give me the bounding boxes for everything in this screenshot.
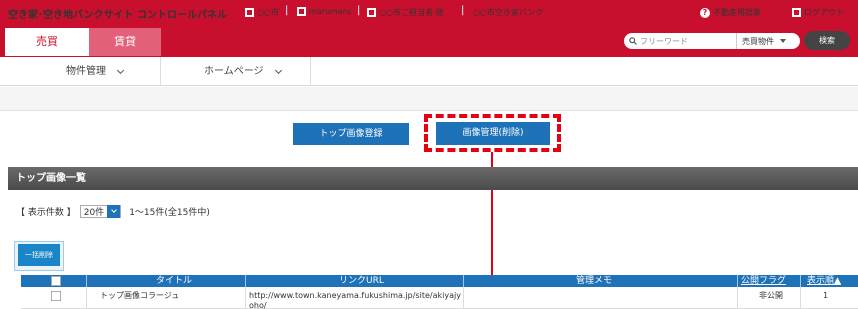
separator: | bbox=[461, 5, 465, 16]
breadcrumb-band bbox=[0, 87, 858, 111]
secondary-nav bbox=[0, 57, 858, 86]
separator: | bbox=[285, 5, 289, 16]
row-display-order: 1 bbox=[823, 291, 829, 300]
user-name: marumaru bbox=[309, 7, 352, 16]
column-divider bbox=[245, 287, 246, 309]
nav-homepage[interactable]: ホームページ bbox=[204, 57, 282, 86]
column-title: タイトル bbox=[156, 276, 193, 286]
column-divider bbox=[800, 287, 801, 309]
logout-link[interactable]: ログアウト bbox=[792, 7, 844, 18]
person-name: ○○市ご担当者 様 bbox=[379, 8, 444, 17]
tab-rent[interactable]: 賃貸 bbox=[89, 28, 161, 56]
table-header: タイトル リンクURL 管理メモ 公開フラグ 表示順▲ bbox=[21, 275, 858, 287]
count-value: 20件 bbox=[83, 207, 105, 218]
logout-icon bbox=[792, 8, 801, 17]
separator: | bbox=[357, 5, 361, 16]
column-divider bbox=[800, 275, 801, 287]
bank-name-label: ○○市空き家バンク bbox=[473, 8, 544, 17]
org-name: ○○市 bbox=[257, 8, 279, 17]
nav-divider bbox=[310, 57, 311, 86]
chevron-down-icon bbox=[116, 66, 125, 74]
column-divider bbox=[463, 275, 464, 287]
tab-sale[interactable]: 売買 bbox=[5, 28, 89, 56]
column-memo: 管理メモ bbox=[576, 276, 613, 286]
nav-property-label: 物件管理 bbox=[66, 66, 106, 77]
search-button[interactable]: 検索 bbox=[804, 31, 850, 50]
glossary-label: 不動産用語集 bbox=[713, 8, 761, 17]
register-image-button[interactable]: トップ画像登録 bbox=[293, 123, 409, 145]
column-link-url: リンクURL bbox=[339, 276, 384, 286]
user-info: marumaru bbox=[297, 7, 351, 16]
column-divider bbox=[245, 275, 246, 287]
highlight-frame bbox=[424, 114, 561, 152]
column-divider bbox=[86, 287, 87, 309]
nav-divider bbox=[160, 57, 161, 86]
person-info: ○○市ご担当者 様 bbox=[367, 7, 444, 18]
table-row: トップ画像コラージュ http://www.town.kaneyama.fuku… bbox=[21, 287, 858, 309]
row-checkbox[interactable] bbox=[51, 291, 61, 301]
row-link-url: http://www.town.kaneyama.fukushima.jp/si… bbox=[249, 291, 461, 309]
column-publish-flag[interactable]: 公開フラグ bbox=[741, 275, 786, 287]
logout-label: ログアウト bbox=[804, 8, 844, 17]
section-title: トップ画像一覧 bbox=[8, 167, 858, 190]
category-select[interactable]: 売買物件 bbox=[736, 33, 800, 49]
bulk-delete-button[interactable]: 一括削除 bbox=[18, 244, 60, 266]
display-count-row: 【 表示件数 】 20件 1〜15件(全15件中) bbox=[16, 204, 210, 218]
people-icon bbox=[367, 8, 376, 17]
select-all-checkbox[interactable] bbox=[51, 276, 61, 286]
row-publish-flag: 非公開 bbox=[759, 291, 783, 300]
building-icon bbox=[245, 8, 254, 17]
glossary-link[interactable]: ? 不動産用語集 bbox=[700, 7, 761, 18]
row-title: トップ画像コラージュ bbox=[100, 291, 180, 300]
column-divider bbox=[737, 287, 738, 309]
nav-property-management[interactable]: 物件管理 bbox=[66, 57, 125, 86]
chevron-down-icon bbox=[780, 39, 786, 43]
search-input[interactable] bbox=[640, 35, 732, 47]
computer-icon bbox=[297, 7, 306, 16]
org-info: ○○市 bbox=[245, 7, 279, 18]
chevron-down-icon bbox=[274, 66, 282, 74]
help-icon: ? bbox=[700, 7, 710, 18]
column-divider bbox=[463, 287, 464, 309]
count-select[interactable]: 20件 bbox=[79, 204, 122, 218]
column-divider bbox=[86, 275, 87, 287]
chevron-down-icon bbox=[107, 204, 121, 218]
search-icon bbox=[629, 37, 637, 45]
nav-homepage-label: ホームページ bbox=[204, 66, 264, 77]
column-display-order[interactable]: 表示順▲ bbox=[807, 275, 841, 287]
count-label: 【 表示件数 】 bbox=[16, 207, 76, 218]
column-divider bbox=[737, 275, 738, 287]
range-text: 1〜15件(全15件中) bbox=[129, 207, 210, 218]
search-box bbox=[624, 33, 736, 49]
site-title: 空き家･空き地バンクサイト コントロールパネル bbox=[8, 10, 227, 21]
category-value: 売買物件 bbox=[742, 36, 774, 46]
bank-name: ○○市空き家バンク bbox=[473, 7, 543, 18]
